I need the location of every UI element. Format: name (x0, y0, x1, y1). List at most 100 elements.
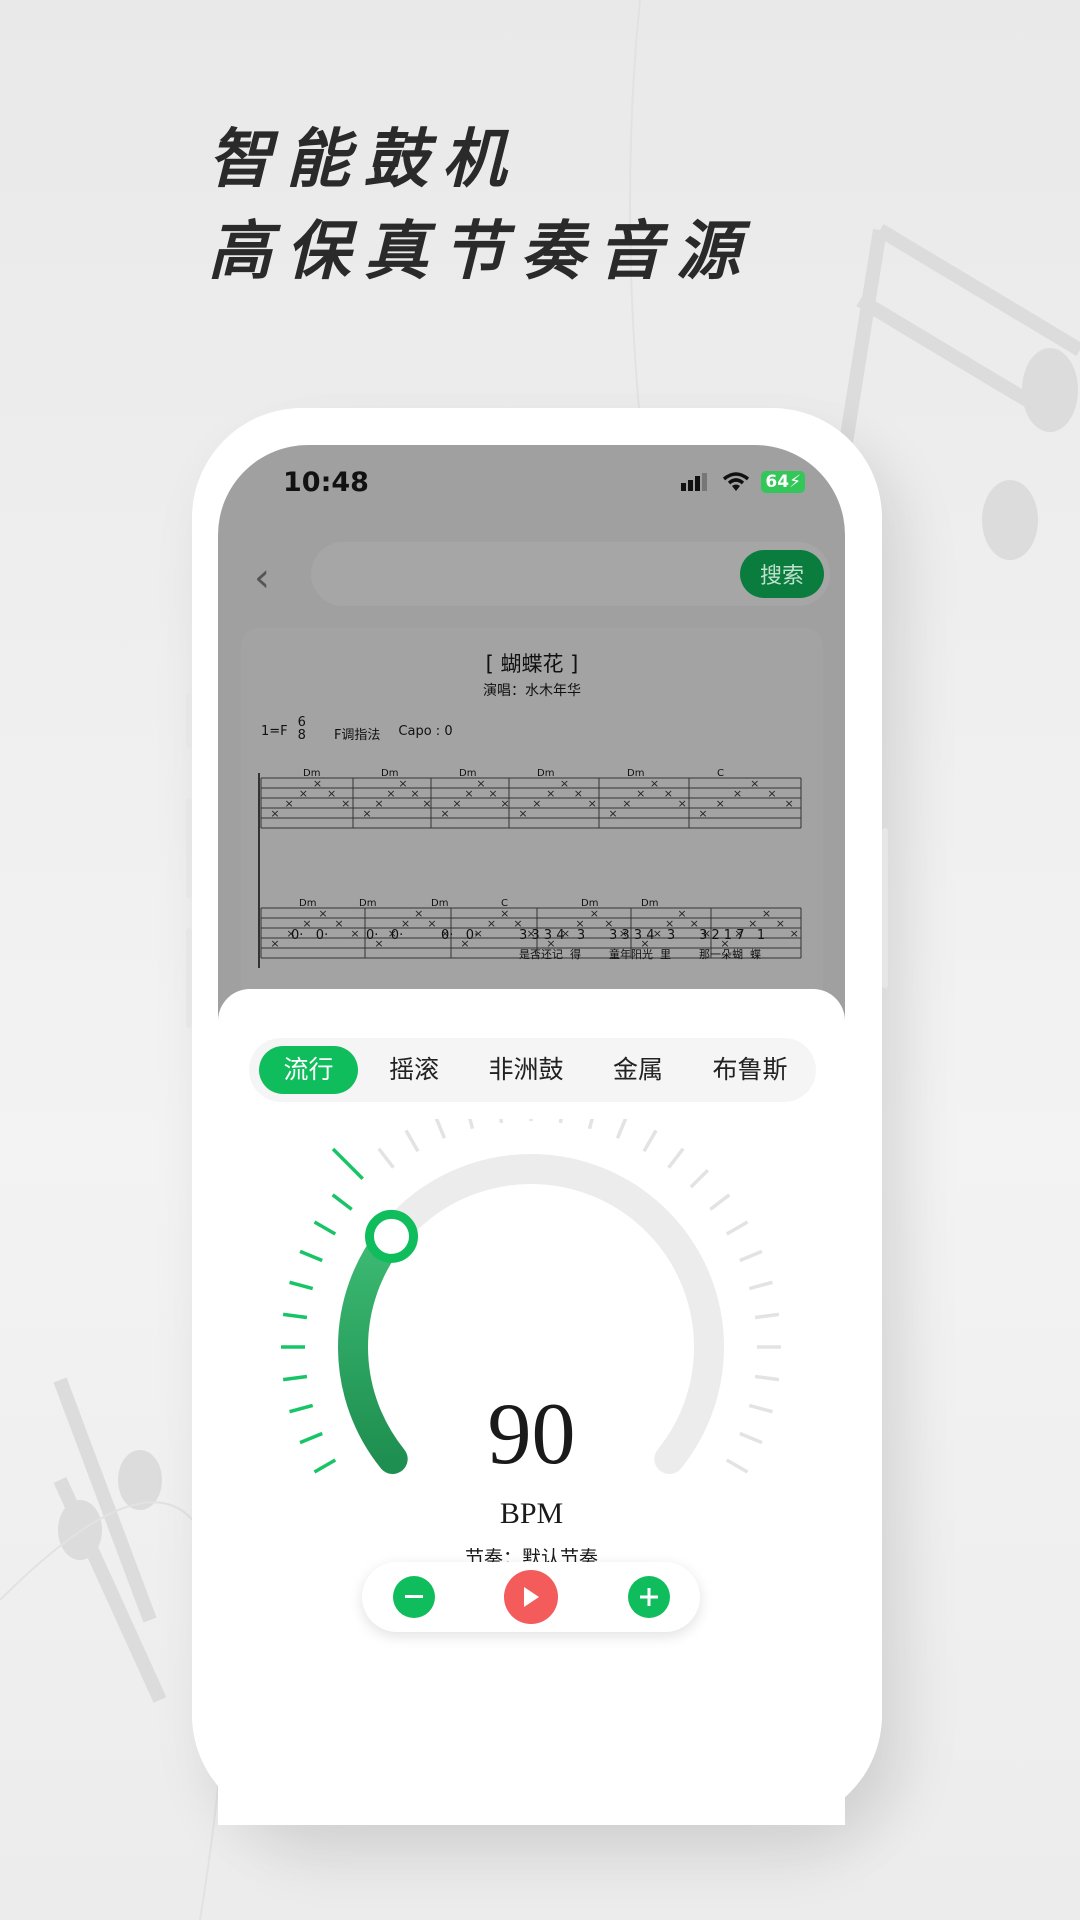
tab-note: × (767, 787, 776, 800)
chord-name: Dm (303, 768, 321, 779)
tab-note: × (776, 917, 785, 930)
key-signature: 1=F (261, 724, 288, 739)
tab-note: × (546, 787, 555, 800)
wifi-icon (723, 472, 750, 491)
tab-note: × (650, 777, 659, 790)
dial-tick (689, 1168, 710, 1189)
chord-name: Dm (359, 898, 377, 909)
tab-note: × (285, 797, 294, 810)
chord-name: Dm (627, 768, 645, 779)
chord-name: Dm (299, 898, 317, 909)
jianpu-notation: 3 3 3 4 3 (609, 928, 676, 943)
dial-tick (282, 1312, 308, 1320)
tab-note: × (690, 917, 699, 930)
tab-note: × (386, 787, 395, 800)
tab-note: × (270, 937, 279, 950)
jianpu-notation: 0· 0· (441, 928, 479, 943)
tab-note: × (334, 917, 343, 930)
tab-note: × (299, 787, 308, 800)
dial-tick (282, 1374, 308, 1382)
battery-icon: 64⚡ (761, 471, 805, 493)
tab-blues[interactable]: 布鲁斯 (694, 1046, 806, 1094)
tab-note: × (750, 777, 759, 790)
tab-note: × (476, 777, 485, 790)
song-meta: 1=F 68 F调指法 Capo : 0 (261, 716, 453, 743)
drum-panel: 流行 摇滚 非洲鼓 金属 布鲁斯 90 BPM 节奏：默认节奏 (218, 989, 845, 1825)
bpm-dial[interactable]: 90 BPM 节奏：默认节奏 (218, 1097, 845, 1639)
phone-side-button (882, 828, 888, 988)
tab-note: × (733, 787, 742, 800)
dial-tick (709, 1193, 731, 1211)
minus-button[interactable] (393, 1576, 435, 1618)
play-button[interactable] (504, 1570, 558, 1624)
tab-note: × (608, 807, 617, 820)
tab-note: × (560, 777, 569, 790)
back-chevron-icon[interactable]: ‹ (254, 555, 270, 601)
search-input[interactable]: 搜索 (311, 542, 830, 606)
tab-note: × (440, 807, 449, 820)
status-time: 10:48 (283, 467, 369, 498)
plus-icon (640, 1588, 658, 1606)
tab-note: × (270, 807, 279, 820)
lyric-text: 童年阳光 里 (609, 948, 671, 961)
search-button[interactable]: 搜索 (740, 550, 824, 598)
app-screen: 10:48 64⚡ ‹ 搜索 [ 蝴蝶花 ] 演唱：水木年华 1=F 68 F调… (218, 445, 845, 1825)
tab-note: × (762, 907, 771, 920)
tab-note: × (327, 787, 336, 800)
plus-button[interactable] (628, 1576, 670, 1618)
jianpu-notation: 0· 0· (366, 928, 404, 943)
tab-note: × (422, 797, 431, 810)
headline-line2: 高保真节奏音源 (208, 214, 754, 289)
dial-tick (587, 1105, 598, 1130)
tab-note: × (341, 797, 350, 810)
chord-name: Dm (641, 898, 659, 909)
dial-tick (558, 1098, 566, 1124)
signal-icon (681, 473, 708, 491)
tab-note: × (427, 917, 436, 930)
dial-tick (739, 1249, 763, 1263)
dial-tick (464, 1105, 475, 1130)
dial-tick (313, 1220, 337, 1236)
tab-note: × (500, 797, 509, 810)
play-icon (524, 1587, 539, 1607)
tab-note: × (414, 907, 423, 920)
tab-note: × (350, 927, 359, 940)
tab-pop[interactable]: 流行 (259, 1046, 359, 1094)
tab-note: × (532, 797, 541, 810)
tab-note: × (785, 797, 794, 810)
chord-name: C (717, 768, 724, 779)
song-title: [ 蝴蝶花 ] (485, 652, 579, 676)
tab-rock[interactable]: 摇滚 (358, 1046, 470, 1094)
fingering: F调指法 (333, 728, 381, 743)
tab-note: × (716, 797, 725, 810)
song-singer: 演唱：水木年华 (483, 683, 581, 699)
minus-icon (405, 1595, 423, 1598)
tab-note: × (398, 777, 407, 790)
dial-tick (433, 1115, 447, 1139)
tab-note: × (622, 797, 631, 810)
tab-note: × (487, 917, 496, 930)
chord-name: Dm (459, 768, 477, 779)
tab-note: × (374, 797, 383, 810)
dial-tick (331, 1147, 364, 1180)
jianpu-notation: 3 3 3 4 3 (519, 928, 586, 943)
bpm-value: 90 (487, 1386, 576, 1483)
dial-tick (377, 1147, 395, 1169)
tab-note: × (636, 787, 645, 800)
jianpu-notation: 3 2 1 7 1 (699, 928, 766, 943)
tab-note: × (678, 797, 687, 810)
jianpu-notation: 0· 0· (291, 928, 329, 943)
tab-note: × (790, 927, 799, 940)
tab-note: × (574, 787, 583, 800)
tab-african-drum[interactable]: 非洲鼓 (470, 1046, 582, 1094)
dial-tick (725, 1220, 749, 1236)
tab-note: × (698, 807, 707, 820)
phone-side-button (186, 928, 192, 1028)
bpm-unit: BPM (499, 1497, 564, 1530)
tab-note: × (464, 787, 473, 800)
lyric-text: 那一朵蝴 蝶 (699, 948, 761, 961)
tab-metal[interactable]: 金属 (582, 1046, 694, 1094)
tab-note: × (410, 787, 419, 800)
phone-side-button (186, 693, 192, 748)
dial-knob[interactable] (365, 1209, 419, 1263)
